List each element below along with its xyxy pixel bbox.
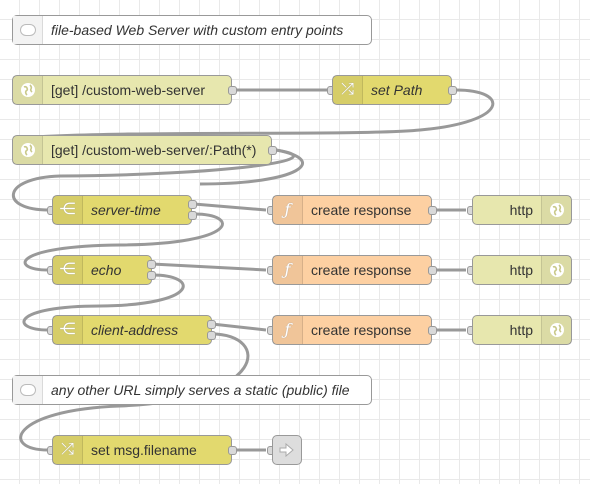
http-response-label: http (509, 202, 533, 218)
output-port[interactable] (448, 86, 457, 95)
change-node[interactable]: ⤮ set msg.filename (52, 435, 232, 465)
output-port[interactable] (228, 446, 237, 455)
globe-icon (541, 316, 571, 344)
function-label: create response (311, 322, 412, 338)
comment-node[interactable]: any other URL simply serves a static (pu… (12, 375, 372, 405)
switch-label: echo (91, 262, 122, 278)
function-label: create response (311, 202, 412, 218)
output-port[interactable] (147, 260, 156, 269)
function-icon: ƒ (273, 256, 303, 284)
change-label: set Path (371, 82, 423, 98)
comment-label: file-based Web Server with custom entry … (51, 22, 344, 38)
output-port[interactable] (147, 271, 156, 280)
function-icon: ƒ (273, 196, 303, 224)
globe-icon (13, 76, 43, 104)
http-in-node[interactable]: [get] /custom-web-server/:Path(*) (12, 135, 272, 165)
http-in-label: [get] /custom-web-server (51, 82, 206, 98)
switch-node[interactable]: ⋲ client-address (52, 315, 212, 345)
switch-node[interactable]: ⋲ server-time (52, 195, 192, 225)
wire (151, 262, 267, 272)
fork-icon: ⋲ (53, 316, 83, 344)
comment-icon (13, 376, 43, 404)
comment-node[interactable]: file-based Web Server with custom entry … (12, 15, 372, 45)
output-port[interactable] (228, 86, 237, 95)
output-port[interactable] (207, 331, 216, 340)
http-in-label: [get] /custom-web-server/:Path(*) (51, 142, 257, 158)
globe-icon (541, 196, 571, 224)
comment-label: any other URL simply serves a static (pu… (51, 382, 350, 398)
fork-icon: ⋲ (53, 256, 83, 284)
output-port[interactable] (188, 211, 197, 220)
change-label: set msg.filename (91, 442, 197, 458)
http-response-node[interactable]: http (472, 195, 572, 225)
shuffle-icon: ⤮ (53, 436, 83, 464)
output-port[interactable] (428, 266, 437, 275)
output-port[interactable] (428, 206, 437, 215)
comment-icon (13, 16, 43, 44)
output-port[interactable] (428, 326, 437, 335)
function-node[interactable]: ƒ create response (272, 315, 432, 345)
output-port[interactable] (268, 146, 277, 155)
change-node[interactable]: ⤮ set Path (332, 75, 452, 105)
link-out-arrow-icon (279, 443, 294, 457)
switch-node[interactable]: ⋲ echo (52, 255, 152, 285)
http-in-node[interactable]: [get] /custom-web-server (12, 75, 232, 105)
link-out-node[interactable] (272, 435, 302, 465)
http-response-label: http (509, 262, 533, 278)
function-node[interactable]: ƒ create response (272, 195, 432, 225)
wires-layer (12, 88, 495, 452)
function-label: create response (311, 262, 412, 278)
http-response-node[interactable]: http (472, 255, 572, 285)
http-response-label: http (509, 322, 533, 338)
output-port[interactable] (207, 320, 216, 329)
fork-icon: ⋲ (53, 196, 83, 224)
wire (193, 202, 267, 212)
http-response-node[interactable]: http (472, 315, 572, 345)
wire (211, 322, 267, 332)
globe-icon (13, 136, 43, 164)
switch-label: client-address (91, 322, 179, 338)
shuffle-icon: ⤮ (333, 76, 363, 104)
output-port[interactable] (188, 200, 197, 209)
globe-icon (541, 256, 571, 284)
function-node[interactable]: ƒ create response (272, 255, 432, 285)
switch-label: server-time (91, 202, 161, 218)
function-icon: ƒ (273, 316, 303, 344)
